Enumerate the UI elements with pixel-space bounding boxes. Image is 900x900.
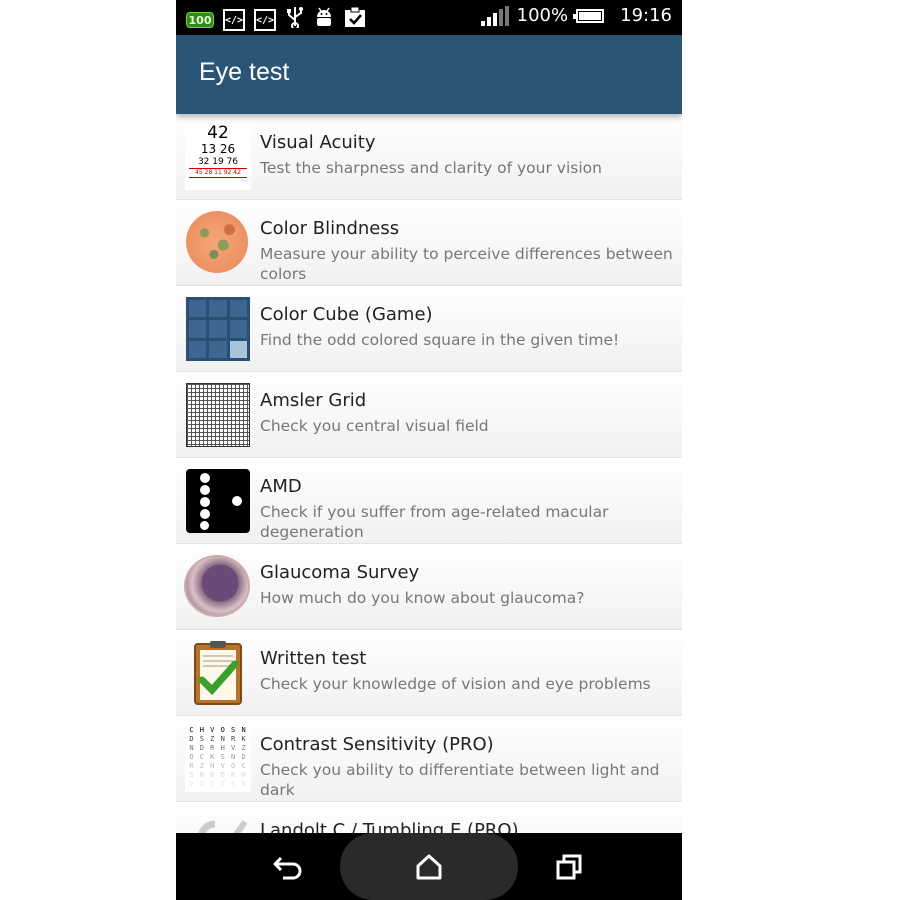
- usb-icon: [285, 6, 305, 34]
- code-icon: </>: [254, 9, 276, 31]
- list-item-title: Color Blindness: [260, 218, 400, 239]
- list-item-subtitle: Test the sharpness and clarity of your v…: [260, 159, 602, 177]
- signal-icon: [480, 5, 509, 26]
- visual-acuity-chart-icon: 42 13 26 32 19 76 45 28 11 92 42: [185, 124, 251, 190]
- app-bar: Eye test: [176, 35, 682, 114]
- clipboard-check-icon: [343, 6, 367, 34]
- navigation-bar: [176, 833, 682, 900]
- list-item-title: Visual Acuity: [260, 132, 376, 153]
- list-item-subtitle: Check if you suffer from age-related mac…: [260, 503, 609, 541]
- list-item-title: Landolt C / Tumbling E (PRO): [260, 820, 519, 833]
- list-item-landolt-c[interactable]: Landolt C / Tumbling E (PRO): [176, 802, 682, 833]
- list-item-amd[interactable]: AMD Check if you suffer from age-related…: [176, 458, 682, 544]
- ishihara-plate-icon: [186, 211, 248, 273]
- home-icon[interactable]: [411, 849, 447, 885]
- list-item-visual-acuity[interactable]: 42 13 26 32 19 76 45 28 11 92 42 Visual …: [176, 114, 682, 200]
- list-item-title: Color Cube (Game): [260, 304, 433, 325]
- test-list[interactable]: 42 13 26 32 19 76 45 28 11 92 42 Visual …: [176, 114, 682, 833]
- battery-100-notification-icon: 100: [186, 12, 214, 28]
- status-bar: 100 </> </> 100% 19:16: [176, 0, 682, 35]
- contrast-chart-icon: C H V O S N D S Z N R K N D R H V Z O C …: [185, 726, 251, 792]
- clipboard-check-icon: [185, 640, 251, 706]
- android-icon: [314, 6, 334, 34]
- list-item-subtitle: Check your knowledge of vision and eye p…: [260, 675, 651, 693]
- list-item-subtitle: Measure your ability to perceive differe…: [260, 245, 673, 283]
- landolt-c-icon: [185, 812, 251, 833]
- list-item-title: Amsler Grid: [260, 390, 367, 411]
- back-icon[interactable]: [270, 849, 306, 885]
- clock: 19:16: [620, 5, 672, 26]
- list-item-contrast-sensitivity[interactable]: C H V O S N D S Z N R K N D R H V Z O C …: [176, 716, 682, 802]
- list-item-color-blindness[interactable]: Color Blindness Measure your ability to …: [176, 200, 682, 286]
- color-cube-icon: [186, 297, 250, 361]
- list-item-subtitle: Check you ability to differentiate betwe…: [260, 761, 660, 799]
- list-item-glaucoma-survey[interactable]: Glaucoma Survey How much do you know abo…: [176, 544, 682, 630]
- list-item-title: AMD: [260, 476, 302, 497]
- amd-dots-icon: [186, 469, 250, 533]
- list-item-subtitle: How much do you know about glaucoma?: [260, 589, 585, 607]
- list-item-subtitle: Check you central visual field: [260, 417, 489, 435]
- battery-percent: 100%: [516, 5, 569, 26]
- list-item-title: Glaucoma Survey: [260, 562, 420, 583]
- list-item-title: Written test: [260, 648, 367, 669]
- list-item-title: Contrast Sensitivity (PRO): [260, 734, 494, 755]
- code-icon: </>: [223, 9, 245, 31]
- phone-screen: 100 </> </> 100% 19:16 Eye test 42 13 26…: [176, 0, 682, 900]
- list-item-written-test[interactable]: Written test Check your knowledge of vis…: [176, 630, 682, 716]
- recent-apps-icon[interactable]: [551, 849, 587, 885]
- battery-icon: [573, 8, 605, 23]
- app-title: Eye test: [199, 58, 290, 86]
- amsler-grid-icon: [186, 383, 250, 447]
- list-item-color-cube[interactable]: Color Cube (Game) Find the odd colored s…: [176, 286, 682, 372]
- list-item-amsler-grid[interactable]: Amsler Grid Check you central visual fie…: [176, 372, 682, 458]
- eye-anatomy-icon: [184, 555, 250, 617]
- list-item-subtitle: Find the odd colored square in the given…: [260, 331, 620, 349]
